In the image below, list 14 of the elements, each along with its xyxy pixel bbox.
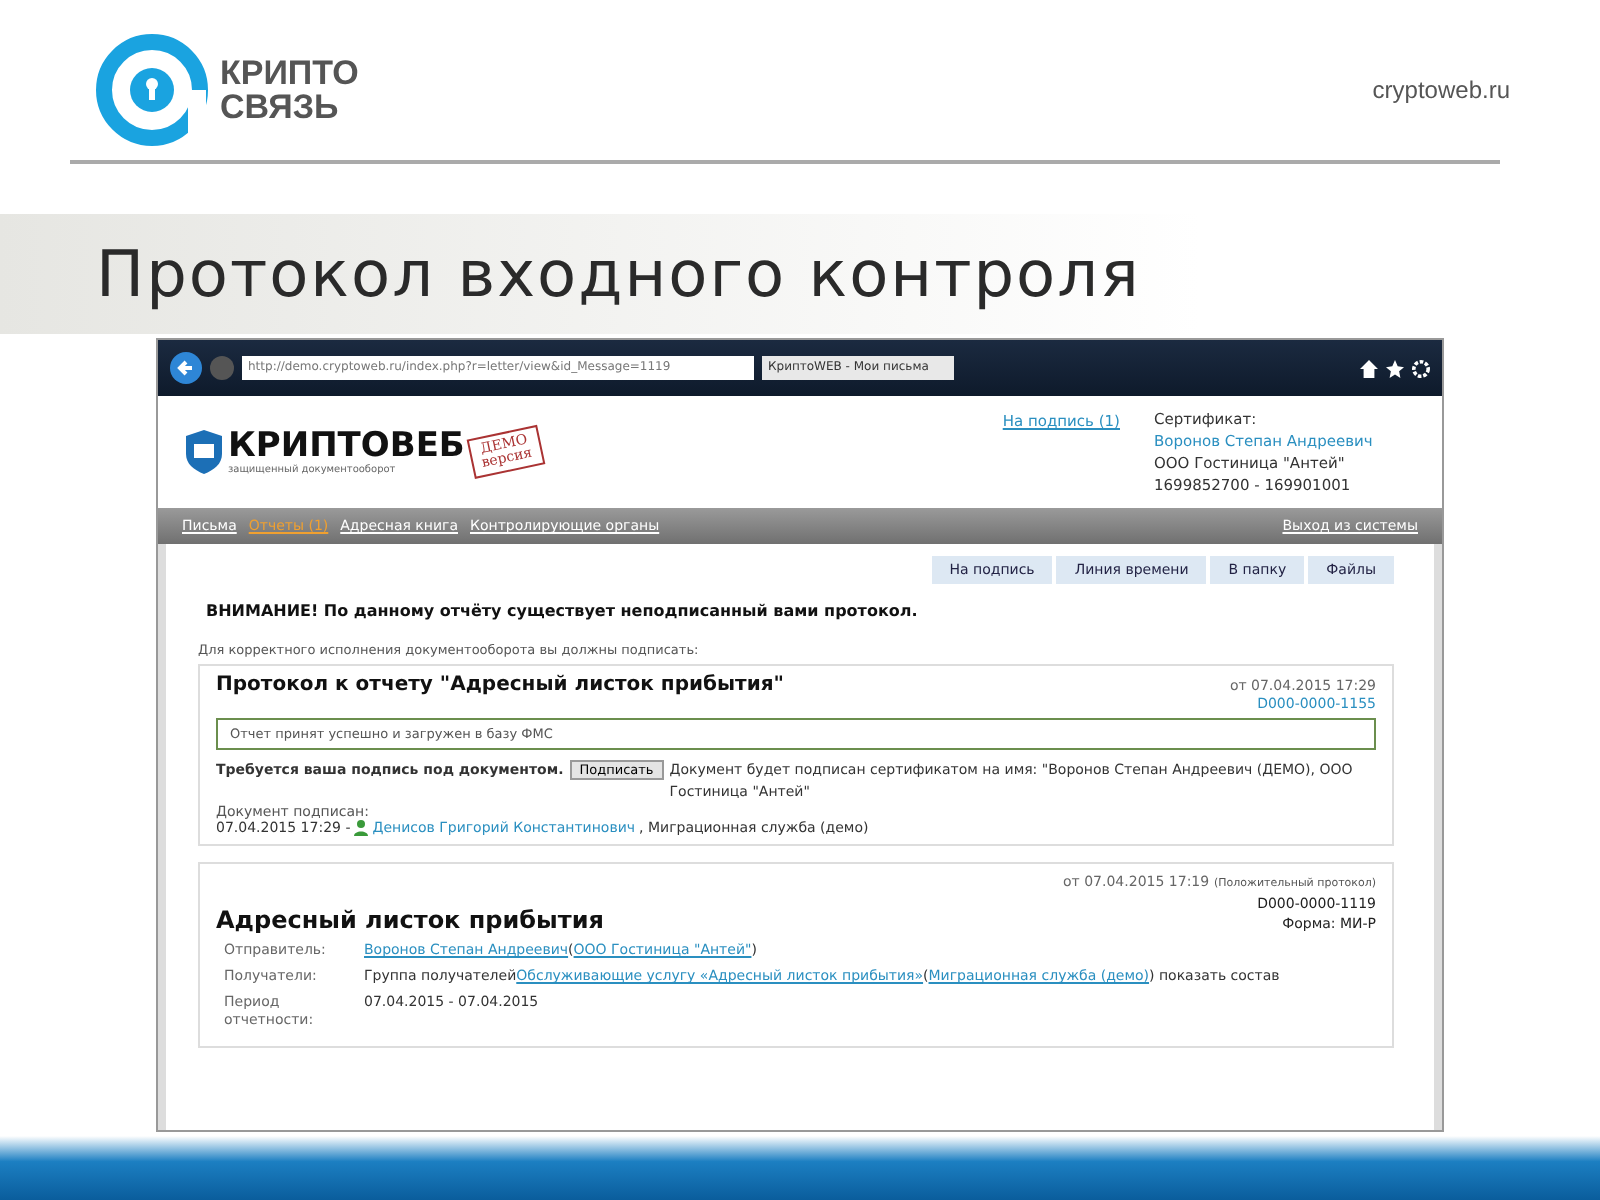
brand-name: КРИПТО [220,56,359,90]
app-logo: КРИПТОВЕБ [228,428,465,464]
shield-envelope-icon [186,430,222,474]
at-sign-logo-icon [96,34,208,146]
brand-name: СВЯЗЬ [220,90,341,124]
website-text: cryptoweb.ru [1372,76,1510,104]
star-icon[interactable] [1386,359,1404,377]
person-icon [354,820,369,836]
protocol-title: Протокол к отчету "Адресный листок прибытия" [216,674,784,696]
home-icon[interactable] [1360,359,1378,377]
back-icon[interactable] [170,352,202,384]
warning-text: ВНИМАНИЕ! По данному отчёту существует неподписанный вами протокол. [206,602,920,620]
report-title: Адресный листок прибытия [216,906,604,934]
slide-title: Протокол входного контроля [96,236,1141,312]
